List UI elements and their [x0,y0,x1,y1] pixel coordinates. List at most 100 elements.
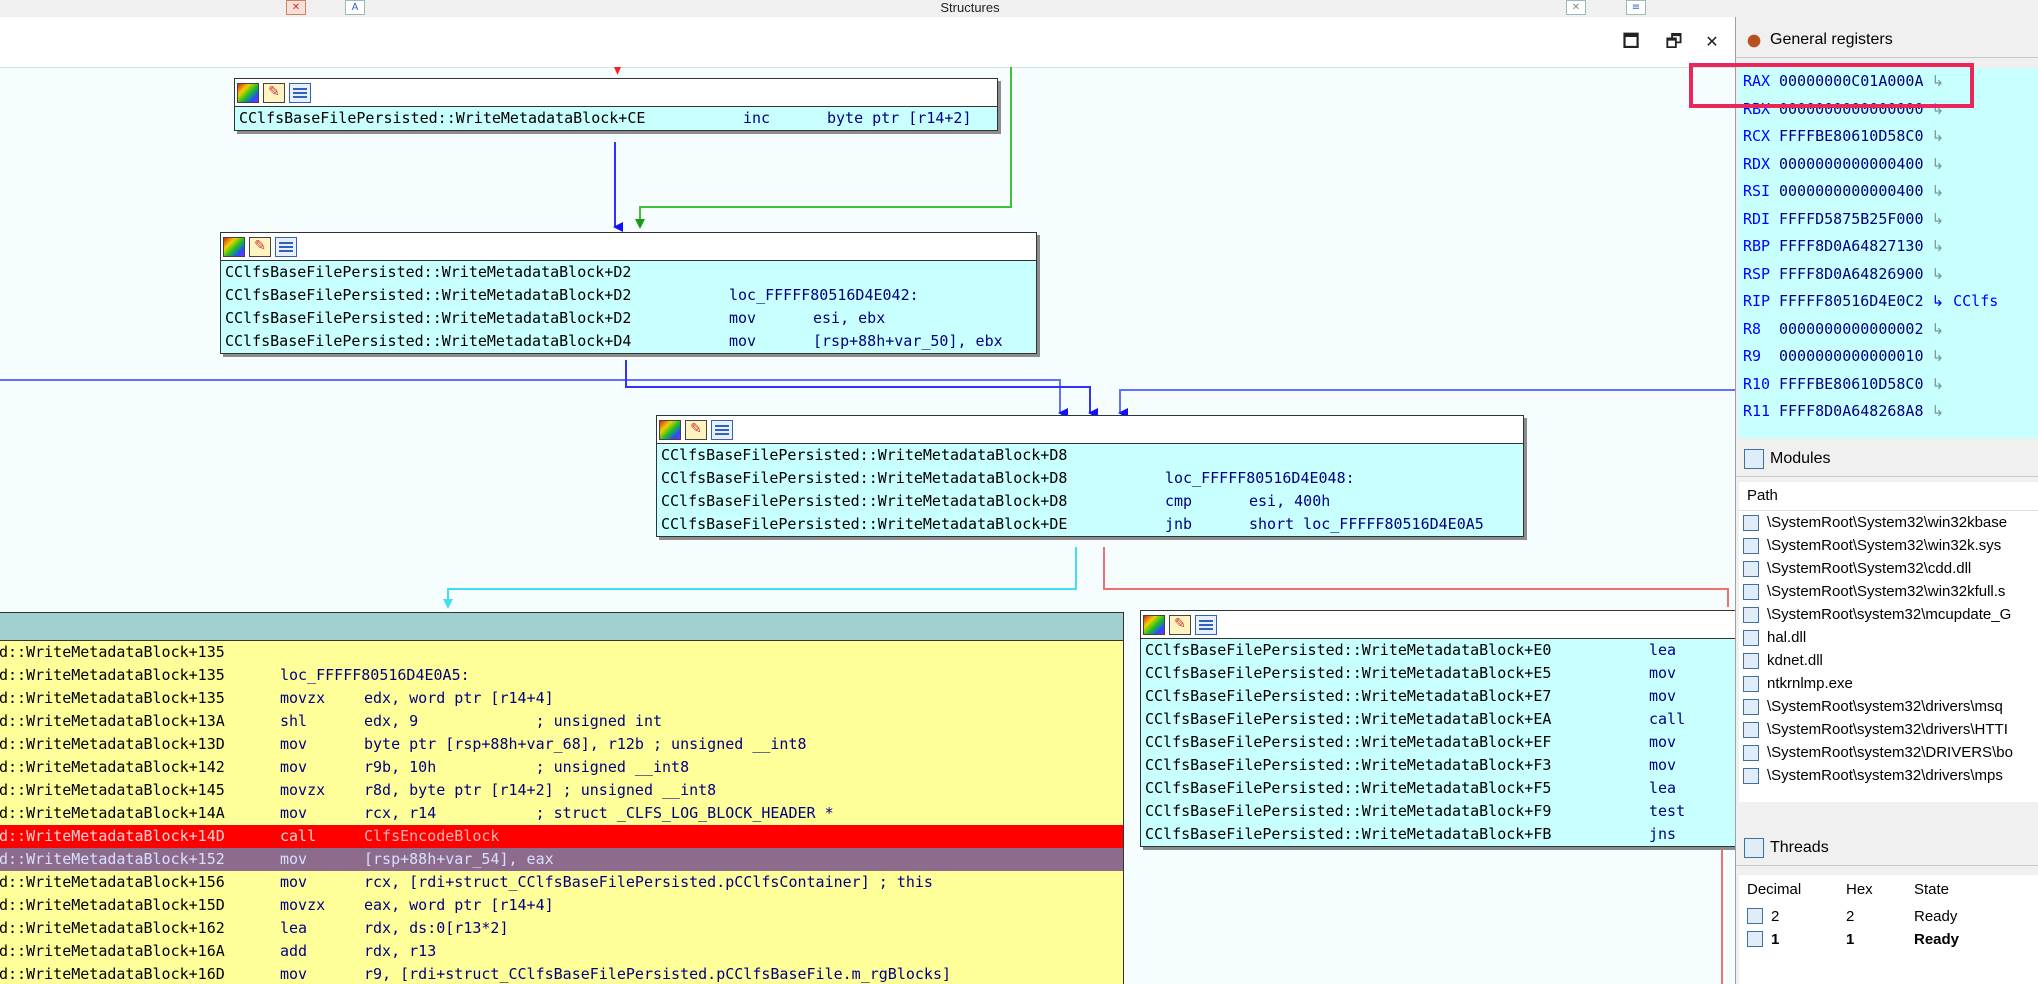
register-row[interactable]: RIP FFFFF80516D4E0C2 ↳ CClfs [1739,288,2038,316]
graph-view[interactable]: 🗖 🗗 ✕ ✎ CClfsBaseFilePersisted::WriteMet… [0,17,1735,984]
jump-arrow-icon[interactable]: ↳ [1932,210,1945,228]
jump-arrow-icon[interactable]: ↳ [1932,127,1945,145]
group-icon[interactable] [711,420,733,440]
close-tab-icon[interactable]: ✕ [286,0,306,15]
structures-tab-icon[interactable]: A [345,0,365,15]
threads-list[interactable]: Decimal Hex State 2 2 Ready 1 1 Ready [1739,875,2038,984]
code-block-135[interactable]: d::WriteMetadataBlock+135 d::WriteMetada… [0,612,1124,984]
group-icon[interactable] [289,83,311,103]
modules-path-header[interactable]: Path [1739,482,2038,511]
asm-row[interactable]: d::WriteMetadataBlock+16D mov r9, [rdi+str… [0,963,1123,984]
asm-row[interactable]: d::WriteMetadataBlock+145 movzx r8d, byte … [0,779,1123,802]
module-row[interactable]: \SystemRoot\system32\drivers\HTTI [1739,718,2038,741]
asm-row-current[interactable]: d::WriteMetadataBlock+152 mov [rsp+88h+var… [0,848,1123,871]
tab-close-icon[interactable]: ✕ [1566,0,1586,15]
asm-row[interactable]: d::WriteMetadataBlock+162 lea rdx, ds:0[r1… [0,917,1123,940]
registers-panel-title[interactable]: General registers [1736,23,2038,58]
asm-row[interactable]: d::WriteMetadataBlock+135 [0,641,1123,664]
group-icon[interactable] [1195,615,1217,635]
asm-row[interactable]: d::WriteMetadataBlock+16A add rdx, r13 [0,940,1123,963]
asm-row[interactable]: CClfsBaseFilePersisted::WriteMetadataBlo… [1141,754,1735,777]
asm-row[interactable]: CClfsBaseFilePersisted::WriteMetadataBlo… [1141,685,1735,708]
module-row[interactable]: \SystemRoot\system32\drivers\msq [1739,695,2038,718]
asm-row[interactable]: CClfsBaseFilePersisted::WriteMetadataBlo… [221,261,1036,284]
jump-arrow-icon[interactable]: ↳ [1932,155,1945,173]
register-row[interactable]: RCX FFFFBE80610D58C0 ↳ [1739,123,2038,151]
jump-arrow-icon[interactable]: ↳ [1932,402,1945,420]
module-row[interactable]: \SystemRoot\system32\DRIVERS\bo [1739,741,2038,764]
thread-row-current[interactable]: 1 1 Ready [1739,928,2038,951]
color-icon[interactable] [237,83,259,103]
module-row[interactable]: hal.dll [1739,626,2038,649]
module-row[interactable]: \SystemRoot\System32\win32kfull.s [1739,580,2038,603]
jump-arrow-icon[interactable]: ↳ [1932,292,1945,310]
module-row[interactable]: ntkrnlmp.exe [1739,672,2038,695]
code-block-d8[interactable]: ✎ CClfsBaseFilePersisted::WriteMetadataB… [656,415,1524,537]
module-row[interactable]: \SystemRoot\System32\win32kbase [1739,511,2038,534]
register-row[interactable]: R9 0000000000000010 ↳ [1739,343,2038,371]
module-row[interactable]: \SystemRoot\System32\win32k.sys [1739,534,2038,557]
col-decimal[interactable]: Decimal [1747,875,1801,905]
jump-arrow-icon[interactable]: ↳ [1932,347,1945,365]
asm-row[interactable]: d::WriteMetadataBlock+142 mov r9b, 10h ; u… [0,756,1123,779]
asm-row[interactable]: CClfsBaseFilePersisted::WriteMetadataBlo… [1141,777,1735,800]
module-row[interactable]: \SystemRoot\system32\mcupdate_G [1739,603,2038,626]
register-row[interactable]: RSP FFFF8D0A64826900 ↳ [1739,261,2038,289]
asm-row[interactable]: d::WriteMetadataBlock+135 loc_FFFFF80516D… [0,664,1123,687]
edit-icon[interactable]: ✎ [1169,615,1191,635]
asm-row[interactable]: CClfsBaseFilePersisted::WriteMetadataBlo… [221,284,1036,307]
edit-icon[interactable]: ✎ [249,237,271,257]
register-row[interactable]: RBP FFFF8D0A64827130 ↳ [1739,233,2038,261]
asm-row[interactable]: CClfsBaseFilePersisted::WriteMetadataBlo… [657,490,1523,513]
register-row[interactable]: R11 FFFF8D0A648268A8 ↳ [1739,398,2038,426]
module-row[interactable]: \SystemRoot\system32\drivers\mps [1739,764,2038,787]
edit-icon[interactable]: ✎ [263,83,285,103]
color-icon[interactable] [1143,615,1165,635]
asm-row[interactable]: d::WriteMetadataBlock+15D movzx eax, word … [0,894,1123,917]
threads-panel-title[interactable]: Threads [1736,831,2038,866]
code-block-d2[interactable]: ✎ CClfsBaseFilePersisted::WriteMetadataB… [220,232,1037,354]
group-icon[interactable] [275,237,297,257]
structures-tab-title[interactable]: Structures [900,0,1040,15]
asm-row[interactable]: d::WriteMetadataBlock+135 movzx edx, word … [0,687,1123,710]
jump-arrow-icon[interactable]: ↳ [1932,265,1945,283]
asm-row[interactable]: CClfsBaseFilePersisted::WriteMetadataBlo… [221,307,1036,330]
modules-list[interactable]: Path \SystemRoot\System32\win32kbase \Sy… [1739,482,2038,802]
code-block-e0[interactable]: ✎ CClfsBaseFilePersisted::WriteMetadataB… [1140,610,1735,847]
asm-row[interactable]: CClfsBaseFilePersisted::WriteMetadataBlo… [1141,708,1735,731]
registers-list[interactable]: RAX 00000000C01A000A ↳ RBX 0000000000000000… [1739,68,2038,438]
asm-row[interactable]: CClfsBaseFilePersisted::WriteMetadataBlo… [1141,639,1735,662]
jump-arrow-icon[interactable]: ↳ [1932,182,1945,200]
enums-tab-icon[interactable]: ≡ [1626,0,1646,15]
asm-row[interactable]: d::WriteMetadataBlock+156 mov rcx, [rdi+st… [0,871,1123,894]
jump-arrow-icon[interactable]: ↳ [1932,375,1945,393]
color-icon[interactable] [223,237,245,257]
asm-row[interactable]: CClfsBaseFilePersisted::WriteMetadataBlo… [657,444,1523,467]
module-row[interactable]: kdnet.dll [1739,649,2038,672]
col-hex[interactable]: Hex [1846,875,1873,905]
code-block-ce[interactable]: ✎ CClfsBaseFilePersisted::WriteMetadataB… [234,78,998,131]
asm-row[interactable]: CClfsBaseFilePersisted::WriteMetadataBlo… [1141,731,1735,754]
register-row[interactable]: R10 FFFFBE80610D58C0 ↳ [1739,371,2038,399]
edit-icon[interactable]: ✎ [685,420,707,440]
register-row[interactable]: RDI FFFFD5875B25F000 ↳ [1739,206,2038,234]
asm-row-breakpoint[interactable]: d::WriteMetadataBlock+14D call ClfsEncodeB… [0,825,1123,848]
color-icon[interactable] [659,420,681,440]
threads-header[interactable]: Decimal Hex State [1739,875,2038,905]
asm-row[interactable]: d::WriteMetadataBlock+13A shl edx, 9 ; uns… [0,710,1123,733]
jump-arrow-icon[interactable]: ↳ [1932,237,1945,255]
register-row[interactable]: RSI 0000000000000400 ↳ [1739,178,2038,206]
col-state[interactable]: State [1914,875,1949,905]
asm-row[interactable]: CClfsBaseFilePersisted::WriteMetadataBlo… [657,467,1523,490]
asm-row[interactable]: CClfsBaseFilePersisted::WriteMetadataBlo… [221,330,1036,353]
asm-row[interactable]: CClfsBaseFilePersisted::WriteMetadataBlo… [1141,662,1735,685]
asm-row[interactable]: CClfsBaseFilePersisted::WriteMetadataBlo… [1141,823,1735,846]
thread-row[interactable]: 2 2 Ready [1739,905,2038,928]
register-row[interactable]: R8 0000000000000002 ↳ [1739,316,2038,344]
modules-panel-title[interactable]: Modules [1736,442,2038,477]
module-row[interactable]: \SystemRoot\System32\cdd.dll [1739,557,2038,580]
asm-row[interactable]: d::WriteMetadataBlock+14A mov rcx, r14 ; s… [0,802,1123,825]
asm-row[interactable]: CClfsBaseFilePersisted::WriteMetadataBlo… [1141,800,1735,823]
register-row[interactable]: RDX 0000000000000400 ↳ [1739,151,2038,179]
asm-row[interactable]: CClfsBaseFilePersisted::WriteMetadataBlo… [657,513,1523,536]
